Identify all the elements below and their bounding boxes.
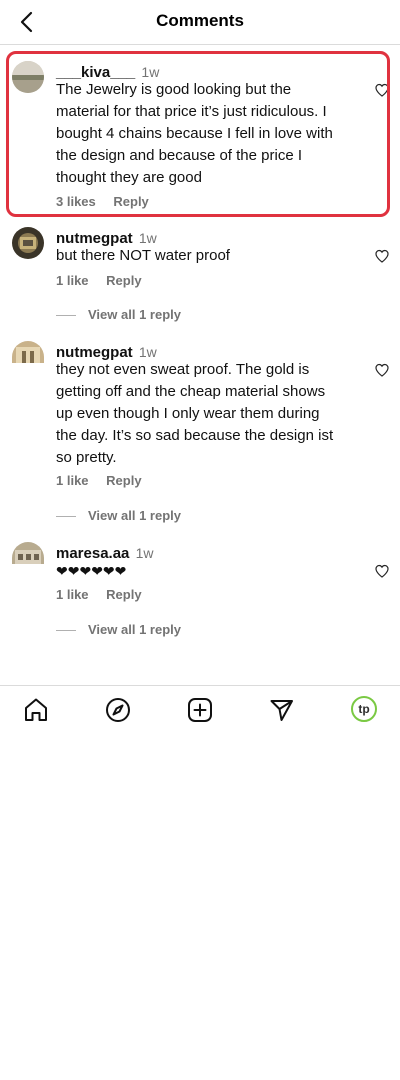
page-title: Comments: [156, 11, 244, 30]
avatar[interactable]: [12, 227, 44, 259]
comment-text: they not even sweat proof. The gold is g…: [56, 361, 334, 466]
like-heart-icon[interactable]: [374, 563, 390, 579]
reply-divider-line: [56, 315, 76, 317]
likes-count[interactable]: 1 like: [56, 587, 89, 602]
header-bar: Comments: [0, 0, 400, 45]
avatar[interactable]: [12, 542, 44, 564]
profile-avatar[interactable]: tp: [351, 696, 377, 722]
send-message-icon[interactable]: [268, 696, 296, 724]
highlight-box: [6, 51, 390, 217]
comment-text: ❤❤❤❤❤❤: [56, 563, 127, 579]
comment-text: but there NOT water proof: [56, 247, 230, 264]
bottom-tab-bar: tp: [0, 685, 400, 734]
reply-button[interactable]: Reply: [106, 473, 141, 488]
view-all-label: View all 1 reply: [88, 508, 181, 523]
view-all-label: View all 1 reply: [88, 307, 181, 322]
view-all-replies[interactable]: View all 1 reply: [56, 622, 181, 637]
reply-divider-line: [56, 516, 76, 518]
reply-button[interactable]: Reply: [106, 587, 141, 602]
likes-count[interactable]: 1 like: [56, 273, 89, 288]
comment-time: 1w: [138, 344, 157, 360]
like-heart-icon[interactable]: [374, 362, 390, 378]
home-icon[interactable]: [22, 696, 50, 724]
like-heart-icon[interactable]: [374, 248, 390, 264]
comment-time: 1w: [135, 545, 154, 561]
view-all-replies[interactable]: View all 1 reply: [56, 508, 181, 523]
likes-count[interactable]: 1 like: [56, 473, 89, 488]
comment-time: 1w: [138, 230, 157, 246]
view-all-label: View all 1 reply: [88, 622, 181, 637]
reply-divider-line: [56, 630, 76, 632]
reply-button[interactable]: Reply: [106, 273, 141, 288]
view-all-replies[interactable]: View all 1 reply: [56, 307, 181, 322]
explore-compass-icon[interactable]: [104, 696, 132, 724]
create-post-icon[interactable]: [186, 696, 214, 724]
avatar[interactable]: [12, 341, 44, 363]
